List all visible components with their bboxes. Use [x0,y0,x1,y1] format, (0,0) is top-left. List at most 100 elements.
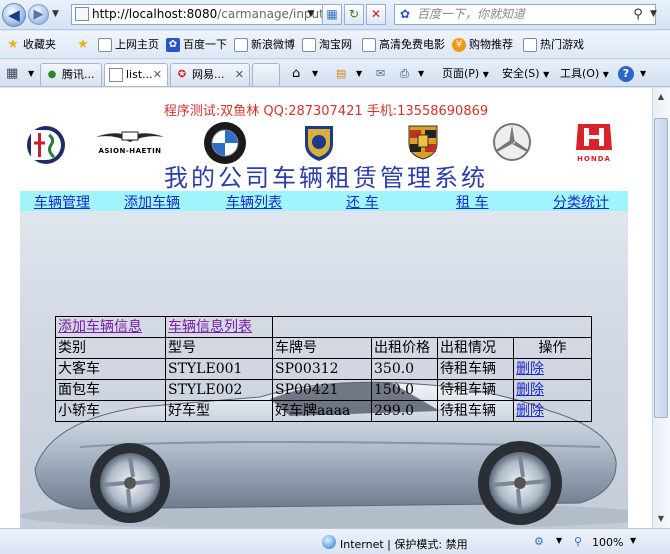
rss-icon[interactable]: ▤ [336,66,346,82]
search-input[interactable]: ✿ 百度一下，你就知道 [394,4,656,25]
tab-tencent[interactable]: ● 腾讯... [40,63,102,86]
fav-item-games[interactable]: 热门游戏 [523,37,584,53]
table-tab-row: 添加车辆信息 车辆信息列表 [55,316,592,338]
mail-icon[interactable]: ✉ [376,66,385,82]
print-dropdown-icon[interactable]: ▼ [418,66,424,82]
qq-icon: ● [47,69,57,80]
fav-item-weibo[interactable]: 新浪微博 [234,37,295,53]
cell-model: STYLE002 [165,379,273,401]
table-row: 大客车 STYLE001 SP00312 350.0 待租车辆 删除 [55,358,592,380]
cell-action: 删除 [513,379,592,401]
delete-link[interactable]: 删除 [516,403,544,419]
scroll-up-icon[interactable]: ▲ [654,90,668,104]
add-favorite-icon[interactable]: ★ [76,37,93,53]
fav-item-baidu[interactable]: ✿ 百度一下 [166,37,227,53]
table-row: 小轿车 好车型 好车牌aaaa 299.0 待租车辆 删除 [55,400,592,422]
fav-item-taobao[interactable]: 淘宝网 [302,37,352,53]
print-icon[interactable]: ⎙ [400,66,409,82]
home-icon[interactable]: ⌂ [292,66,300,82]
back-button[interactable]: ◀ [2,3,26,27]
tab-bar: ▦ ▼ ● 腾讯... list... ✕ ✪ 网易... ✕ ⌂ ▼ ▤ ▼ ✉ ⎙ … [0,60,670,87]
zoom-level[interactable]: 100% [592,536,623,549]
menu-vehicle-list[interactable]: 车辆列表 [226,192,282,212]
rss-dropdown-icon[interactable]: ▼ [356,66,362,82]
help-icon[interactable]: ? [618,66,634,82]
status-bar: Internet | 保护模式: 禁用 ⚙ ▼ ⚲ 100% ▼ [0,528,670,554]
cell-model: STYLE001 [165,358,273,380]
page-icon [109,68,123,82]
cell-action: 删除 [513,400,592,422]
content-area: 添加车辆信息 车辆信息列表 类别 型号 车牌号 出租价格 出租情况 操作 大客车… [20,211,628,528]
star-icon: ★ [7,37,19,52]
refresh-icon[interactable]: ↻ [344,4,364,25]
cell-status: 待租车辆 [437,379,514,401]
menu-vehicle-management[interactable]: 车辆管理 [34,192,90,212]
header-status: 出租情况 [437,337,514,359]
cell-model: 好车型 [165,400,273,422]
chevron-down-icon: ▼ [543,70,550,79]
quick-tabs-icon[interactable]: ▦ [6,66,18,82]
url-field[interactable]: http://localhost:8080/carmanage/input# [71,4,341,25]
cell-category: 面包车 [55,379,166,401]
menu-rent-vehicle[interactable]: 租 车 [456,192,488,212]
home-dropdown-icon[interactable]: ▼ [312,66,318,82]
page-icon [362,38,376,52]
netease-icon: ✪ [177,69,187,80]
tab-vehicle-list-cell: 车辆信息列表 [165,316,273,338]
address-bar: ◀ ▶ ▼ http://localhost:8080/carmanage/in… [0,0,670,30]
history-dropdown-icon[interactable]: ▼ [52,9,59,19]
stop-icon[interactable]: ✕ [366,4,386,25]
fav-item-movies[interactable]: 高清免费电影 [362,37,445,53]
safety-menu[interactable]: 安全(S) ▼ [502,66,549,82]
header-model: 型号 [165,337,273,359]
zoom-dropdown-icon[interactable]: ▼ [630,536,636,545]
main-menu: 车辆管理 添加车辆 车辆列表 还 车 租 车 分类统计 [20,191,628,211]
cell-status: 待租车辆 [437,358,514,380]
protected-mode-icon[interactable]: ⚙ [534,535,544,548]
table-header-row: 类别 型号 车牌号 出租价格 出租情况 操作 [55,337,592,359]
page-icon [302,38,316,52]
page-icon [75,7,89,21]
security-zone: Internet | 保护模式: 禁用 [340,538,468,551]
fav-item-shopping[interactable]: ¥ 购物推荐 [452,37,513,53]
system-title: 我的公司车辆租赁管理系统 [164,164,488,192]
new-tab-button[interactable] [252,63,280,86]
delete-link[interactable]: 删除 [516,361,544,377]
page-menu[interactable]: 页面(P) ▼ [442,66,489,82]
shopping-icon: ¥ [452,38,466,52]
scroll-down-icon[interactable]: ▼ [654,512,668,526]
baidu-icon: ✿ [399,7,411,21]
search-icon[interactable]: ⚲ [628,5,648,24]
menu-add-vehicle[interactable]: 添加车辆 [124,192,180,212]
close-tab-icon[interactable]: ✕ [235,64,244,85]
favorites-bar: ★ 收藏夹 ★ 上网主页 ✿ 百度一下 新浪微博 淘宝网 高清免费电影 ¥ 购物推荐 … [0,31,670,59]
cell-plate: SP00421 [272,379,372,401]
vehicle-list-link[interactable]: 车辆信息列表 [168,319,252,335]
chevron-down-icon: ▼ [602,70,609,79]
cell-plate: SP00312 [272,358,372,380]
close-tab-icon[interactable]: ✕ [153,64,162,85]
tab-list-dropdown-icon[interactable]: ▼ [28,66,34,82]
cell-status: 待租车辆 [437,400,514,422]
header-category: 类别 [55,337,166,359]
page-viewport: 程序测试:双鱼林 QQ:287307421 手机:13558690869 ASI… [0,88,652,528]
zone-dropdown-icon[interactable]: ▼ [556,536,562,545]
menu-return-vehicle[interactable]: 还 车 [346,192,378,212]
menu-category-statistics[interactable]: 分类统计 [553,192,609,212]
url-dropdown-icon[interactable]: ▼ [304,5,318,24]
search-dropdown-icon[interactable]: ▼ [650,5,657,24]
delete-link[interactable]: 删除 [516,382,544,398]
help-dropdown-icon[interactable]: ▼ [640,66,646,82]
add-vehicle-info-link[interactable]: 添加车辆信息 [58,319,142,335]
compatibility-view-icon[interactable]: ▦ [322,4,342,25]
test-contact-line: 程序测试:双鱼林 QQ:287307421 手机:13558690869 [163,104,489,119]
vehicle-table: 添加车辆信息 车辆信息列表 类别 型号 车牌号 出租价格 出租情况 操作 大客车… [55,316,592,422]
favorites-button[interactable]: ★ 收藏夹 [6,37,56,53]
fav-item-home[interactable]: 上网主页 [98,37,159,53]
tab-list[interactable]: list... ✕ [104,63,168,86]
tab-netease[interactable]: ✪ 网易... ✕ [170,63,250,86]
tools-menu[interactable]: 工具(O) ▼ [560,66,609,82]
forward-button[interactable]: ▶ [28,4,49,25]
header-price: 出租价格 [371,337,438,359]
scrollbar-thumb[interactable] [654,118,668,418]
